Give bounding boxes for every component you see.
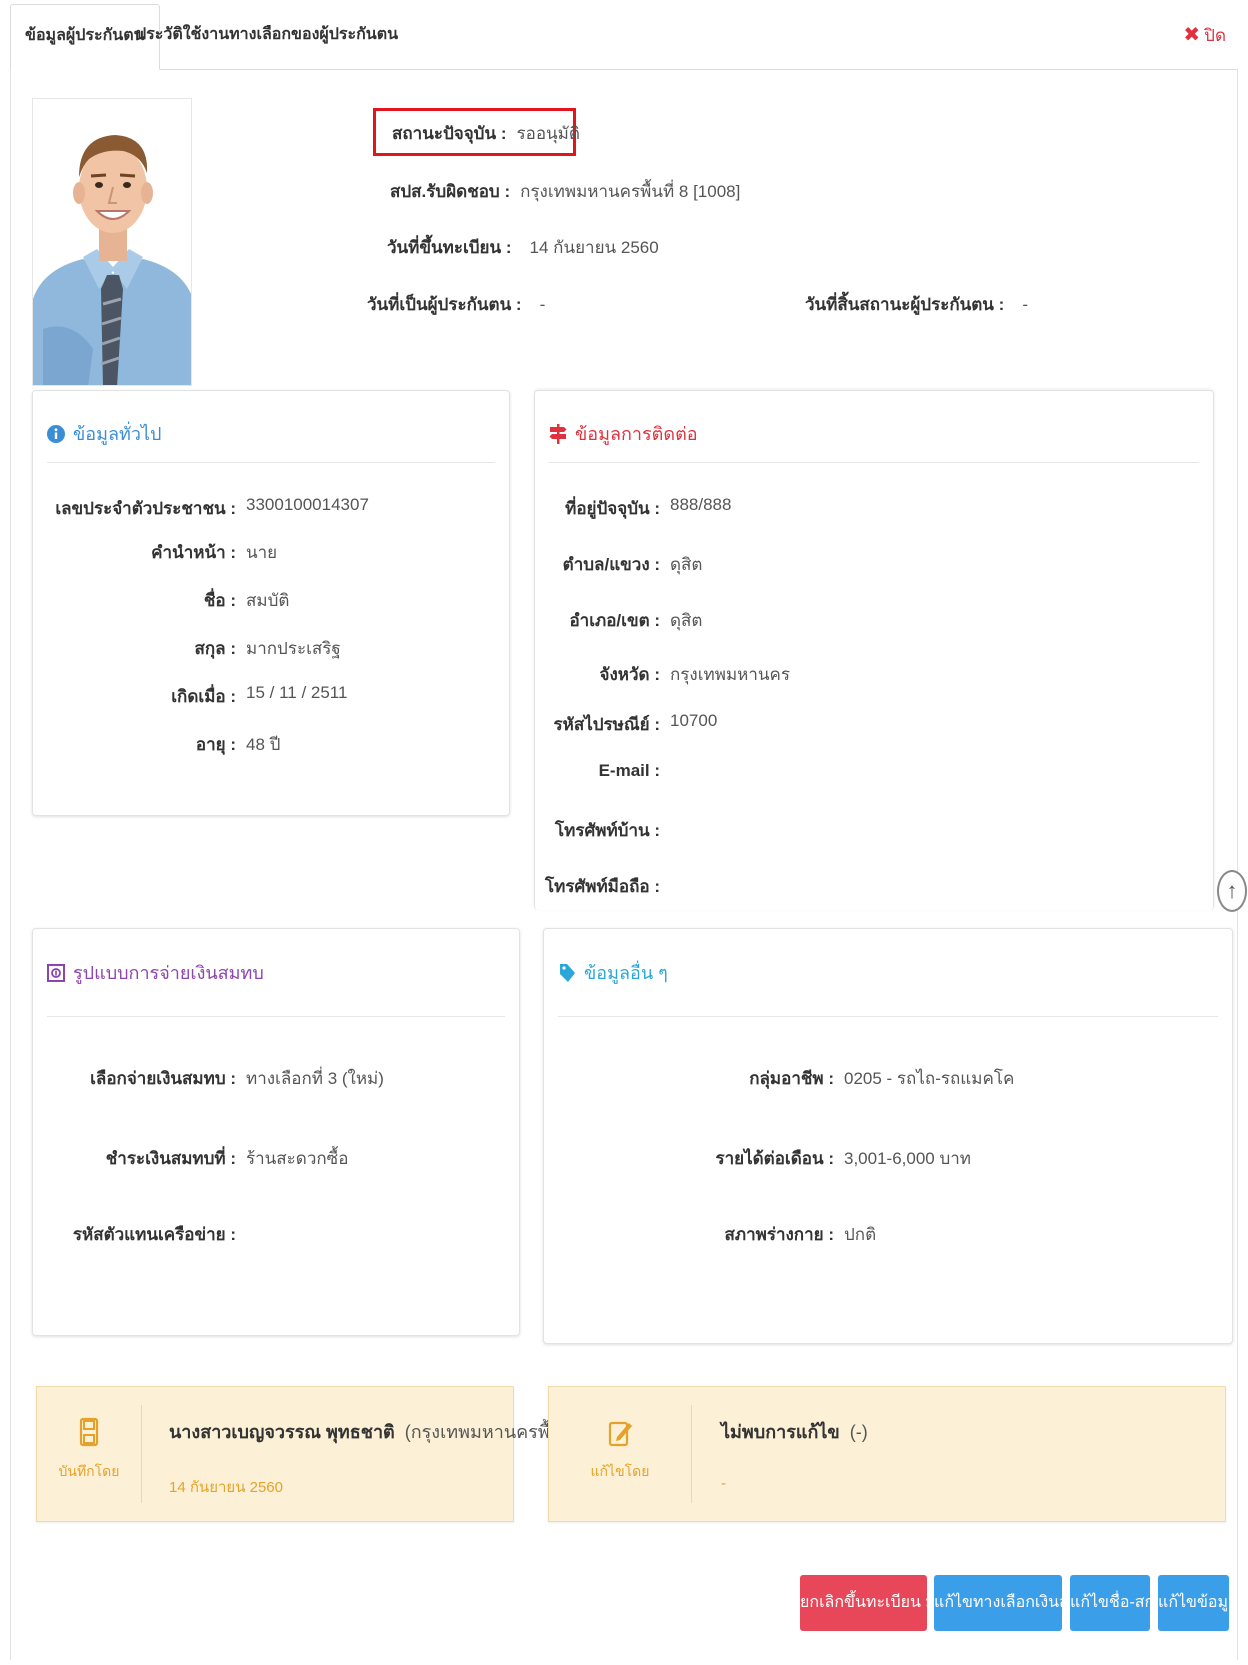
tag-icon	[558, 963, 576, 982]
other-info-header: ข้อมูลอื่น ๆ	[558, 929, 1218, 1017]
register-date-row: วันที่ขึ้นทะเบียน :14 กันยายน 2560	[387, 238, 659, 257]
contact-info-title: ข้อมูลการติดต่อ	[575, 424, 698, 444]
saved-by-name: นางสาวเบญจวรรณ พุทธชาติ (กรุงเทพมหานครพื้…	[169, 1422, 595, 1442]
payment-title: รูปแบบการจ่ายเงินสมทบ	[73, 963, 264, 983]
scroll-to-top-button[interactable]: ↑	[1217, 870, 1247, 912]
signpost-icon	[549, 423, 567, 444]
tab-option-history[interactable]: ประวัติใช้งานทางเลือกของผู้ประกันตน	[122, 4, 412, 70]
edited-by-block: แก้ไขโดย	[549, 1417, 691, 1483]
edited-by-name: ไม่พบการแก้ไข (-)	[721, 1422, 868, 1442]
general-info-title: ข้อมูลทั่วไป	[73, 424, 162, 444]
saved-by-card: บันทึกโดย นางสาวเบญจวรรณ พุทธชาติ (กรุงเท…	[36, 1386, 595, 1522]
saved-date: 14 กันยายน 2560	[169, 1479, 283, 1496]
contact-info-panel: ข้อมูลการติดต่อ ที่อยู่ปัจจุบัน :888/888…	[534, 390, 1214, 910]
payment-header: รูปแบบการจ่ายเงินสมทบ	[47, 929, 505, 1017]
edit-info-button[interactable]: แก้ไขข้อมูล	[1158, 1575, 1238, 1631]
cancel-registration-button[interactable]: ยกเลิกขึ้นทะเบียน ม.40	[800, 1575, 958, 1631]
contact-info-header: ข้อมูลการติดต่อ	[549, 405, 1199, 463]
current-status-row: สถานะปัจจุบัน : รออนุมัติ	[392, 124, 580, 143]
edit-icon	[549, 1417, 691, 1447]
person-photo-illustration	[33, 99, 191, 385]
edit-name-button[interactable]: แก้ไขชื่อ-สกุล	[1070, 1575, 1164, 1631]
current-status-value: รออนุมัติ	[516, 124, 580, 143]
close-button[interactable]: ✖ ปิด	[1183, 22, 1226, 49]
payment-panel: รูปแบบการจ่ายเงินสมทบ เลือกจ่ายเงินสมทบ …	[32, 928, 520, 1336]
edited-by-card: แก้ไขโดย ไม่พบการแก้ไข (-) -	[548, 1386, 1226, 1522]
other-info-panel: ข้อมูลอื่น ๆ กลุ่มอาชีพ :0205 - รถไถ-รถแ…	[543, 928, 1233, 1344]
other-info-title: ข้อมูลอื่น ๆ	[584, 963, 668, 983]
info-icon	[47, 424, 65, 443]
edited-date: -	[721, 1475, 726, 1492]
save-icon	[37, 1417, 141, 1447]
money-icon	[47, 963, 65, 982]
end-status-row: วันที่สิ้นสถานะผู้ประกันตน :-	[805, 295, 1028, 314]
general-info-header: ข้อมูลทั่วไป	[47, 405, 495, 463]
saved-by-block: บันทึกโดย	[37, 1417, 141, 1483]
office-row: สปส.รับผิดชอบ : กรุงเทพมหานครพื้นที่ 8 [1…	[390, 182, 741, 201]
arrow-up-icon: ↑	[1226, 878, 1238, 903]
close-icon: ✖	[1183, 24, 1201, 46]
tab-bar: ข้อมูลผู้ประกันตน ประวัติใช้งานทางเลือกข…	[10, 0, 1238, 70]
insured-date-row: วันที่เป็นผู้ประกันตน :-	[367, 295, 546, 314]
insured-photo	[32, 98, 192, 386]
general-info-panel: ข้อมูลทั่วไป เลขประจำตัวประชาชน :3300100…	[32, 390, 510, 816]
edit-payment-option-button[interactable]: แก้ไขทางเลือกเงินสมทบ	[934, 1575, 1100, 1631]
